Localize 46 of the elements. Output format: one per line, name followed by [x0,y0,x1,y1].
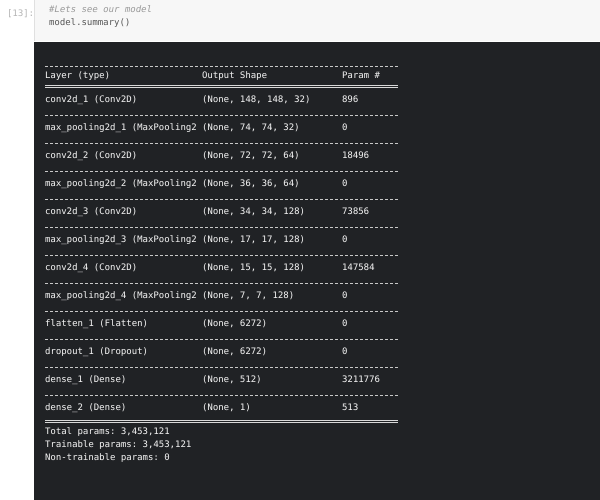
table-cell: 0 [342,318,348,330]
table-cell: (None, 7, 7, 128) [202,290,294,302]
table-cell: 0 [342,122,348,134]
column-header: Output Shape [202,70,268,82]
table-cell: max_pooling2d_4 (MaxPooling2 [45,290,197,302]
table-cell: max_pooling2d_2 (MaxPooling2 [45,178,197,190]
summary-line: Non-trainable params: 0 [45,452,170,465]
table-cell: dense_1 (Dense) [45,374,126,386]
column-header: Layer (type) [45,70,110,82]
table-cell: 0 [342,290,348,302]
table-cell: (None, 36, 36, 64) [202,178,300,190]
table-cell: max_pooling2d_3 (MaxPooling2 [45,234,197,246]
table-cell: (None, 72, 72, 64) [202,150,300,162]
table-cell: flatten_1 (Flatten) [45,318,148,330]
table-cell: conv2d_3 (Conv2D) [45,206,138,218]
table-cell: conv2d_4 (Conv2D) [45,262,138,274]
table-cell: (None, 6272) [202,346,268,358]
table-cell: (None, 1) [202,402,251,414]
code-cell[interactable]: #Lets see our model model.summary() [34,0,600,41]
table-cell: (None, 74, 74, 32) [202,122,300,134]
table-cell: 3211776 [342,374,380,386]
table-cell: (None, 15, 15, 128) [202,262,305,274]
table-cell: 0 [342,178,348,190]
table-cell: 18496 [342,150,370,162]
table-cell: (None, 148, 148, 32) [202,94,310,106]
code-comment: #Lets see our model [49,4,153,17]
table-cell: dense_2 (Dense) [45,402,126,414]
table-cell: 0 [342,234,348,246]
summary-line: Trainable params: 3,453,121 [45,439,192,452]
table-cell: 896 [342,94,358,106]
table-cell: 0 [342,346,348,358]
table-cell: conv2d_1 (Conv2D) [45,94,138,106]
table-cell: (None, 6272) [202,318,268,330]
table-cell: (None, 34, 34, 128) [202,206,305,218]
table-cell: 147584 [342,262,375,274]
summary-line: Total params: 3,453,121 [45,426,170,439]
table-cell: (None, 512) [202,374,262,386]
table-cell: 513 [342,402,358,414]
table-cell: 73856 [342,206,370,218]
table-cell: conv2d_2 (Conv2D) [45,150,138,162]
column-header: Param # [342,70,380,82]
table-cell: max_pooling2d_1 (MaxPooling2 [45,122,197,134]
table-cell: dropout_1 (Dropout) [45,346,148,358]
code-line: model.summary() [49,17,132,30]
table-cell: (None, 17, 17, 128) [202,234,305,246]
cell-prompt: [13]: [7,9,34,19]
